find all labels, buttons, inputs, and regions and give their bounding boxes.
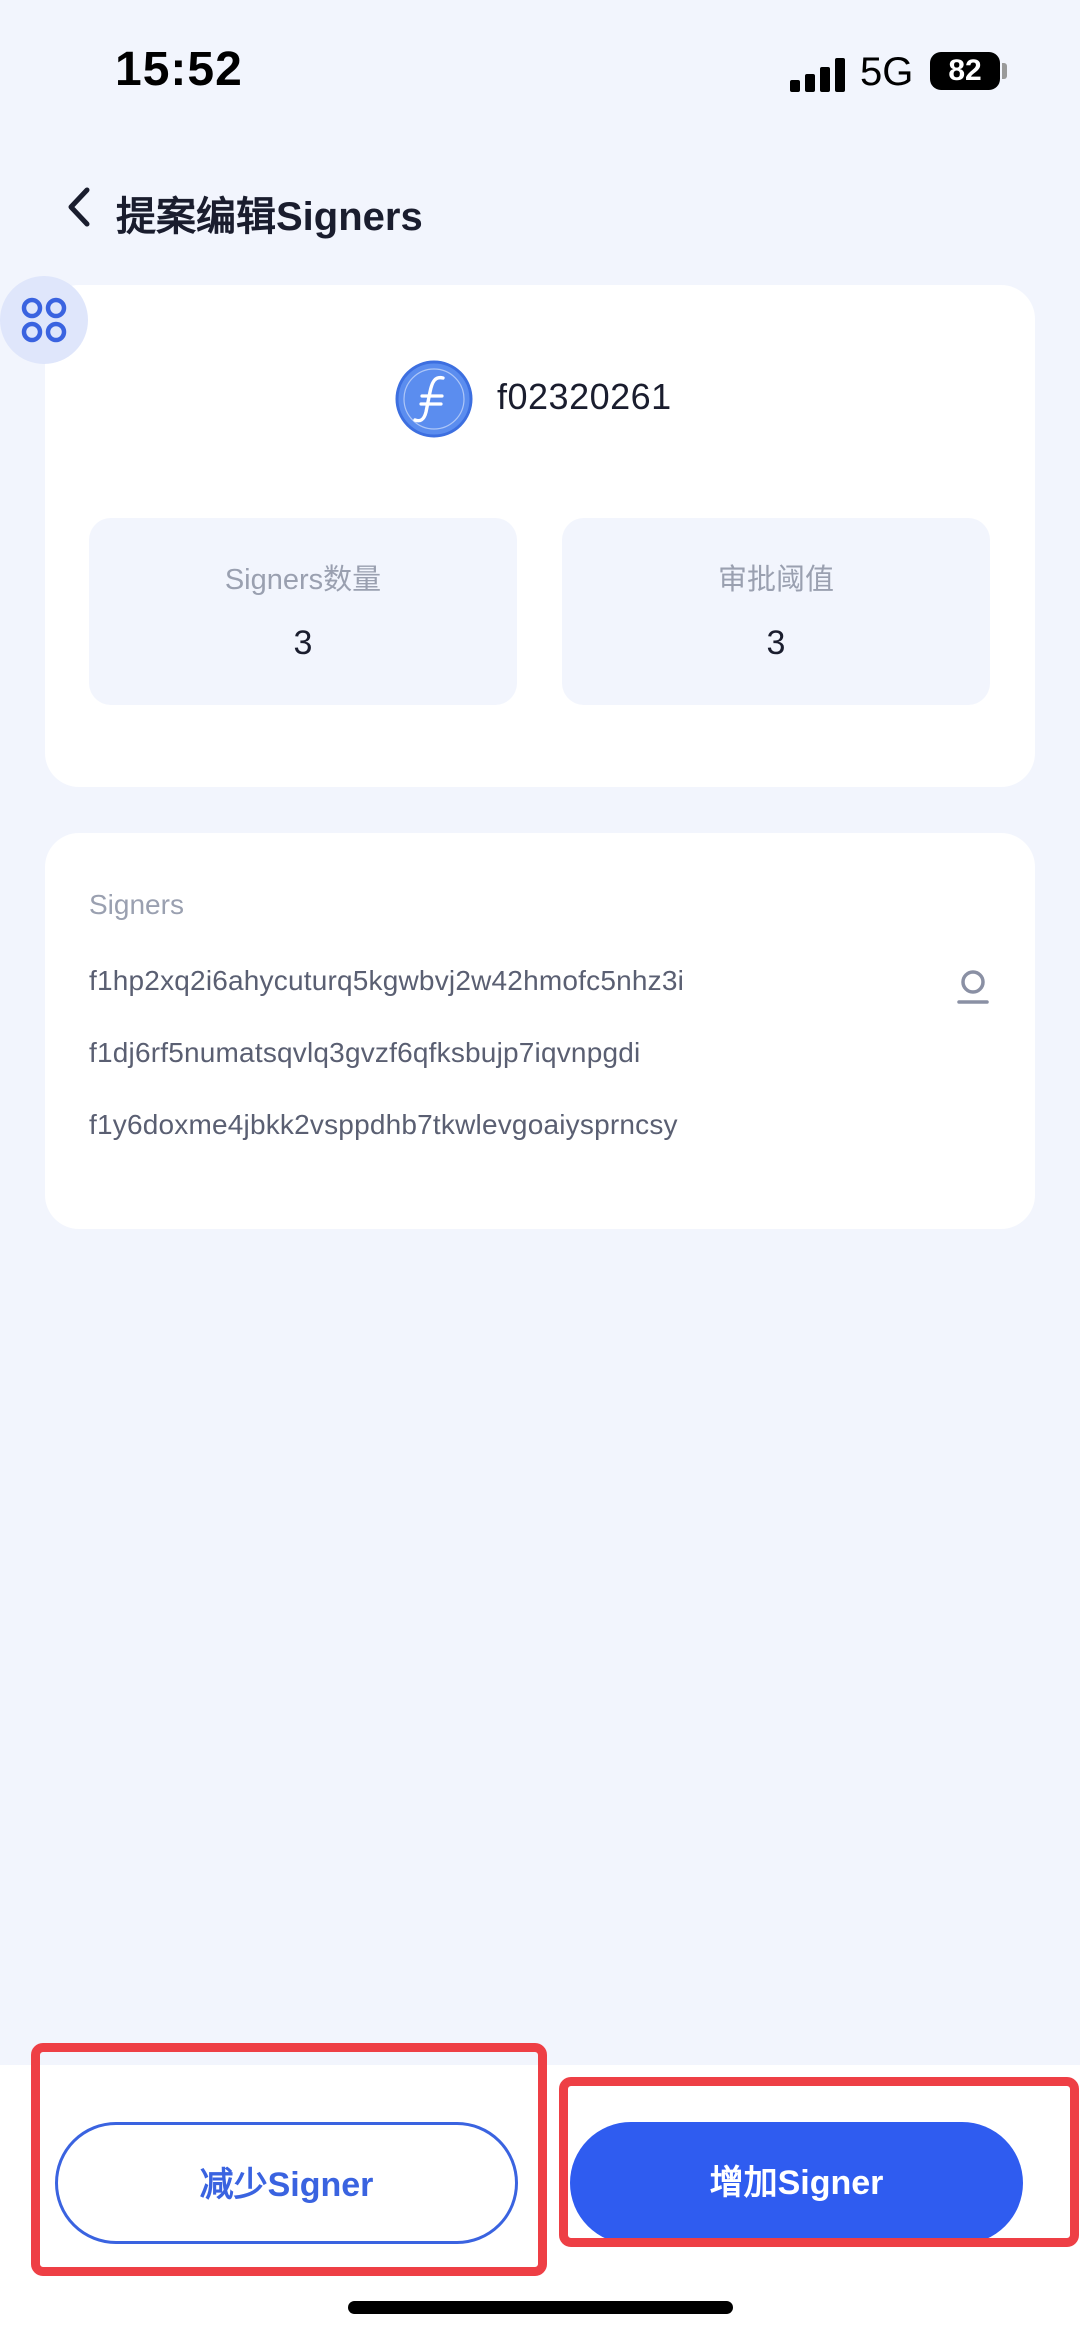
- signer-address: f1y6doxme4jbkk2vsppdhb7tkwlevgoaiysprncs…: [89, 1109, 678, 1140]
- signers-count-value: 3: [293, 624, 313, 662]
- threshold-label: 审批阈值: [717, 564, 834, 596]
- current-user-icon: [955, 966, 991, 1006]
- battery-tip: [1002, 63, 1007, 79]
- signers-count-label: Signers数量: [224, 564, 382, 596]
- threshold-box: 审批阈值 3: [562, 518, 990, 705]
- network-type: 5G: [860, 50, 914, 94]
- filecoin-logo-icon: [395, 360, 473, 438]
- page-header: 提案编辑Signers: [0, 160, 1080, 255]
- wallet-summary-card: f02320261 Signers数量 3 审批阈值 3: [45, 285, 1035, 787]
- signal-icon: [790, 58, 846, 92]
- status-bar: 15:52 5G 82: [0, 0, 1080, 140]
- wallet-row: f02320261: [45, 360, 1035, 440]
- page-title: 提案编辑Signers: [116, 195, 423, 239]
- status-time: 15:52: [115, 43, 243, 96]
- signer-address: f1dj6rf5numatsqvlq3gvzf6qfksbujp7iqvnpgd…: [89, 1037, 641, 1068]
- grid-icon: [21, 297, 67, 343]
- back-arrow-icon[interactable]: [55, 182, 105, 232]
- signers-heading: Signers: [89, 889, 184, 920]
- threshold-value: 3: [766, 624, 786, 662]
- floating-menu-button[interactable]: [0, 276, 88, 364]
- highlight-box: [31, 2043, 547, 2276]
- signer-address: f1hp2xq2i6ahycuturq5kgwbvj2w42hmofc5nhz3…: [89, 965, 685, 996]
- signers-card: Signers f1hp2xq2i6ahycuturq5kgwbvj2w42hm…: [45, 833, 1035, 1229]
- signers-count-box: Signers数量 3: [89, 518, 517, 705]
- wallet-address: f02320261: [497, 376, 672, 417]
- highlight-box: [559, 2077, 1079, 2247]
- battery-icon: 82: [930, 52, 1000, 90]
- home-indicator: [348, 2301, 733, 2314]
